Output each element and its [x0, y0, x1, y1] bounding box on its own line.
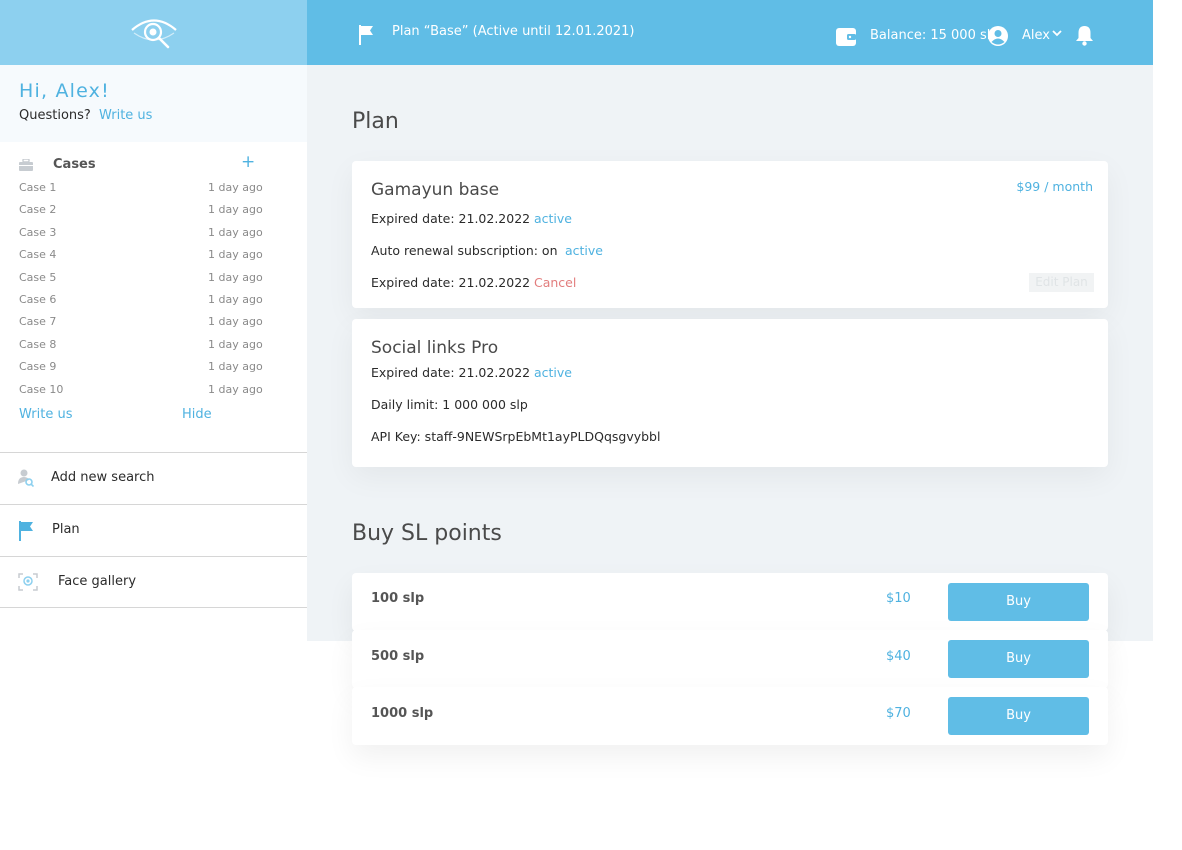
sidebar-item-label: Add new search — [51, 469, 155, 485]
user-avatar-icon[interactable] — [988, 26, 1008, 46]
case-name: Case 8 — [19, 337, 57, 351]
case-item[interactable]: Case 7 1 day ago — [0, 310, 307, 332]
user-menu[interactable]: Alex — [1022, 28, 1050, 43]
sidebar-item-label: Face gallery — [58, 573, 137, 589]
package-amount: 500 slp — [371, 649, 425, 664]
person-search-icon — [18, 469, 34, 487]
sidebar-item-face-gallery[interactable]: Face gallery — [0, 555, 307, 608]
current-plan-status[interactable]: Plan “Base” (Active until 12.01.2021) — [392, 24, 635, 39]
case-time: 1 day ago — [208, 270, 263, 284]
sidebar-nav: Add new search Plan Face gallery — [0, 451, 307, 608]
case-item[interactable]: Case 6 1 day ago — [0, 288, 307, 310]
plan-heading: Plan — [352, 109, 399, 134]
case-item[interactable]: Case 1 1 day ago — [0, 176, 307, 198]
sidebar-item-label: Plan — [52, 521, 80, 537]
plan-price: $99 / month — [1016, 179, 1093, 194]
hide-cases-link[interactable]: Hide — [182, 407, 212, 422]
wallet-icon — [836, 28, 856, 46]
buy-button[interactable]: Buy — [948, 697, 1089, 735]
plan-expiry: Expired date: 21.02.2022 — [371, 211, 531, 226]
questions-label: Questions? — [19, 108, 91, 123]
logo-bar — [0, 0, 307, 65]
case-item[interactable]: Case 5 1 day ago — [0, 266, 307, 288]
case-item[interactable]: Case 9 1 day ago — [0, 355, 307, 377]
plan-title: Gamayun base — [371, 180, 500, 200]
daily-limit: Daily limit: 1 000 000 slp — [371, 397, 528, 412]
case-time: 1 day ago — [208, 315, 263, 329]
status-badge: active — [565, 243, 603, 258]
edit-plan-button[interactable]: Edit Plan — [1029, 273, 1094, 292]
case-name: Case 4 — [19, 248, 57, 262]
package-price: $10 — [886, 591, 911, 606]
plan-expiry: Expired date: 21.02.2022 — [371, 365, 531, 380]
buy-button[interactable]: Buy — [948, 583, 1089, 621]
case-time: 1 day ago — [208, 203, 263, 217]
cases-label: Cases — [53, 157, 96, 172]
sidebar: Hi, Alex! Questions? Write us Cases + Ca… — [0, 0, 307, 850]
sidebar-links: Write us Hide — [0, 400, 307, 452]
cancel-subscription-link[interactable]: Cancel — [534, 275, 576, 290]
greeting-panel: Hi, Alex! Questions? Write us — [0, 65, 307, 142]
case-name: Case 6 — [19, 292, 57, 306]
plan-card-gamayun-base: Gamayun base $99 / month Expired date: 2… — [352, 161, 1108, 308]
flag-icon — [19, 520, 33, 541]
status-badge: active — [534, 211, 572, 226]
plan-card-social-links-pro: Social links Pro Expired date: 21.02.202… — [352, 319, 1108, 467]
case-name: Case 2 — [19, 203, 57, 217]
case-time: 1 day ago — [208, 337, 263, 351]
eye-logo-icon[interactable] — [130, 17, 178, 49]
case-item[interactable]: Case 4 1 day ago — [0, 243, 307, 265]
auto-renewal: Auto renewal subscription: on — [371, 243, 558, 258]
top-bar: Plan “Base” (Active until 12.01.2021) Ba… — [307, 0, 1153, 65]
case-name: Case 10 — [19, 382, 64, 396]
plan-expiry: Expired date: 21.02.2022 — [371, 275, 531, 290]
package-row: 1000 slp $70 Buy — [352, 687, 1108, 745]
questions-line: Questions? Write us — [19, 108, 307, 123]
buy-button[interactable]: Buy — [948, 640, 1089, 678]
case-time: 1 day ago — [208, 292, 263, 306]
case-time: 1 day ago — [208, 248, 263, 262]
write-us-link[interactable]: Write us — [99, 108, 152, 123]
plan-flag-icon — [359, 25, 373, 45]
cases-header: Cases + — [0, 142, 307, 176]
sidebar-item-add-new-search[interactable]: Add new search — [0, 451, 307, 504]
package-amount: 100 slp — [371, 591, 425, 606]
case-name: Case 1 — [19, 181, 57, 194]
package-amount: 1000 slp — [371, 706, 434, 721]
case-item[interactable]: Case 8 1 day ago — [0, 333, 307, 355]
status-badge: active — [534, 365, 572, 380]
case-list: Case 1 1 day ago Case 2 1 day ago Case 3 1 … — [0, 176, 307, 400]
case-item[interactable]: Case 10 1 day ago — [0, 378, 307, 400]
balance-display: Balance: 15 000 slp — [870, 28, 999, 43]
package-price: $70 — [886, 706, 911, 721]
sidebar-item-plan[interactable]: Plan — [0, 503, 307, 556]
bell-icon[interactable] — [1075, 25, 1094, 46]
briefcase-icon — [19, 159, 33, 171]
add-case-button[interactable]: + — [241, 154, 255, 171]
greeting-title: Hi, Alex! — [19, 80, 110, 102]
case-name: Case 5 — [19, 270, 57, 284]
package-row: 500 slp $40 Buy — [352, 630, 1108, 688]
plan-title: Social links Pro — [371, 338, 499, 358]
case-time: 1 day ago — [208, 382, 263, 396]
case-item[interactable]: Case 2 1 day ago — [0, 198, 307, 220]
chevron-down-icon[interactable] — [1052, 30, 1062, 37]
case-time: 1 day ago — [208, 360, 263, 374]
case-name: Case 3 — [19, 225, 57, 239]
case-time: 1 day ago — [208, 225, 263, 239]
buy-points-heading: Buy SL points — [352, 521, 502, 546]
case-item[interactable]: Case 3 1 day ago — [0, 221, 307, 243]
case-name: Case 7 — [19, 315, 57, 329]
package-price: $40 — [886, 649, 911, 664]
case-name: Case 9 — [19, 360, 57, 374]
face-scan-icon — [18, 573, 38, 591]
package-row: 100 slp $10 Buy — [352, 573, 1108, 631]
api-key: API Key: staff-9NEWSrpEbMt1ayPLDQqsgvybb… — [371, 429, 661, 444]
case-time: 1 day ago — [208, 181, 263, 194]
write-us-bottom-link[interactable]: Write us — [19, 407, 72, 422]
